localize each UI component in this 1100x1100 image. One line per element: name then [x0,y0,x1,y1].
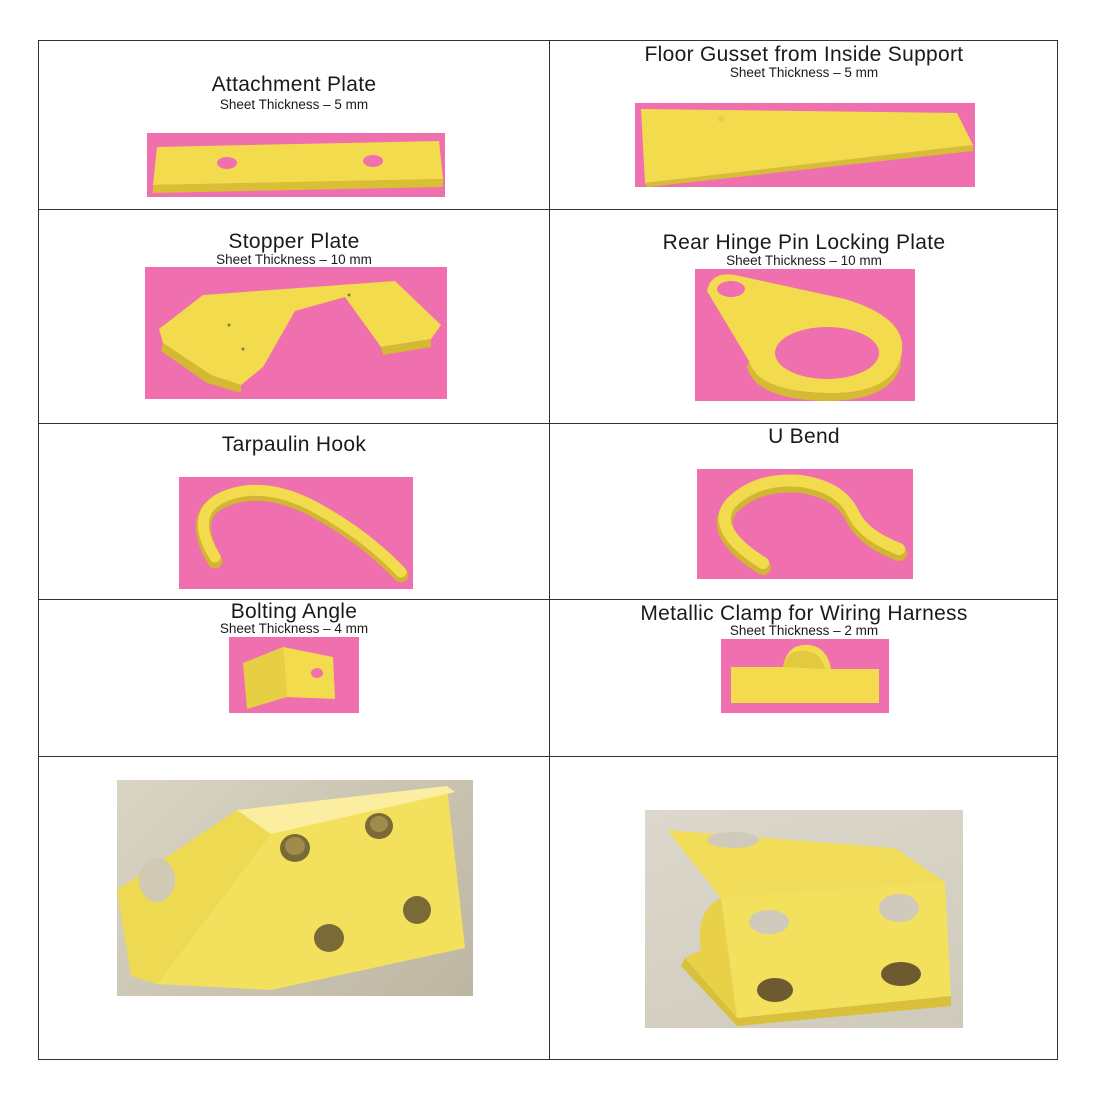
part-photo-stopper-plate [145,267,447,399]
part-photo-bent-bracket [645,810,963,1028]
part-thickness: Sheet Thickness – 4 mm [219,621,369,636]
part-cell-rear-hinge-pin-locking-plate: Rear Hinge Pin Locking Plate Sheet Thick… [549,209,1059,423]
part-cell-bent-bracket [549,756,1059,1061]
parts-table: Attachment Plate Sheet Thickness – 5 mm … [38,40,1058,1060]
part-cell-floor-gusset: Floor Gusset from Inside Support Sheet T… [549,41,1059,209]
part-title: Floor Gusset from Inside Support [644,43,964,66]
part-cell-u-bend: U Bend [549,423,1059,599]
part-cell-metallic-clamp: Metallic Clamp for Wiring Harness Sheet … [549,599,1059,756]
part-photo-bolting-angle [229,637,359,713]
part-cell-bolting-angle: Bolting Angle Sheet Thickness – 4 mm [39,599,549,756]
part-cell-attachment-plate: Attachment Plate Sheet Thickness – 5 mm [39,41,549,209]
part-thickness: Sheet Thickness – 10 mm [726,253,882,268]
part-photo-metallic-clamp [721,639,889,713]
part-title: Tarpaulin Hook [221,433,367,456]
part-title: U Bend [768,425,840,448]
part-thickness: Sheet Thickness – 2 mm [729,623,879,638]
part-photo-attachment-plate [147,133,445,197]
part-thickness: Sheet Thickness – 5 mm [219,97,369,112]
part-cell-perforated-bracket [39,756,549,1061]
part-cell-stopper-plate: Stopper Plate Sheet Thickness – 10 mm [39,209,549,423]
part-cell-tarpaulin-hook: Tarpaulin Hook [39,423,549,599]
part-photo-floor-gusset [635,103,975,187]
part-title: Rear Hinge Pin Locking Plate [662,231,946,254]
part-photo-perforated-bracket [117,780,473,996]
part-title: Attachment Plate [211,73,377,96]
part-photo-u-bend [697,469,913,579]
part-photo-tarpaulin-hook [179,477,413,589]
part-photo-rear-hinge-pin-locking-plate [695,269,915,401]
part-thickness: Sheet Thickness – 10 mm [216,252,372,267]
part-thickness: Sheet Thickness – 5 mm [729,65,879,80]
part-title: Stopper Plate [228,230,360,253]
